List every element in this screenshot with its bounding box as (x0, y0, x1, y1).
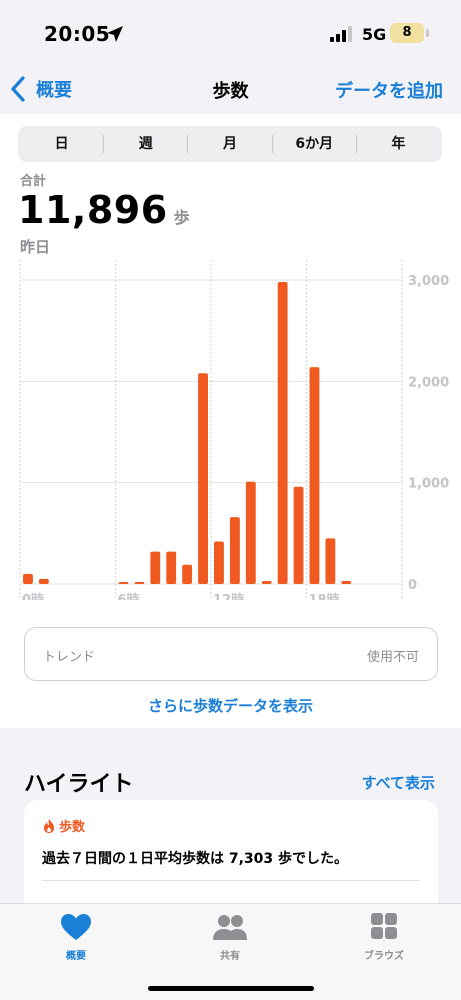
chart-bar (341, 580, 352, 584)
battery-level: 8 (402, 25, 412, 40)
status-time: 20:05 (44, 22, 111, 46)
tab-summary[interactable]: 概要 (26, 912, 126, 962)
location-arrow-icon (107, 26, 123, 42)
chart-y-tick-label: 0 (408, 578, 417, 593)
segment-six-months[interactable]: 6か月 (273, 128, 356, 160)
period-segmented-control: 日 週 月 6か月 年 (18, 126, 442, 162)
trend-row[interactable]: トレンド 使用不可 (24, 627, 438, 681)
network-type: 5G (362, 25, 387, 44)
chart-x-tick-label: 12時 (213, 592, 244, 600)
highlight-divider (42, 880, 420, 881)
home-indicator (148, 986, 314, 991)
total-label: 合計 (20, 174, 47, 189)
chart-x-tick-label: 18時 (309, 592, 340, 600)
steps-panel: 日 週 月 6か月 年 合計 11,896 歩 昨日 0 1,000 2,000 3,… (0, 114, 461, 728)
trend-value: 使用不可 (366, 650, 419, 665)
grid-icon (371, 913, 397, 939)
highlight-message: 過去７日間の１日平均歩数は 7,303 歩でした。 (42, 851, 349, 867)
see-all-highlights-link[interactable]: すべて表示 (362, 772, 435, 793)
tab-sharing[interactable]: 共有 (180, 912, 280, 962)
tab-browse[interactable]: ブラウズ (334, 912, 434, 962)
people-icon (213, 915, 247, 940)
chart-bar (261, 580, 272, 584)
steps-bar-chart[interactable]: 0 1,000 2,000 3,000 0時 6時 12時 18時 (0, 260, 461, 600)
heart-icon (61, 914, 91, 940)
chart-x-tick-label: 6時 (118, 592, 140, 600)
total-steps: 11,896 歩 (18, 188, 190, 232)
segment-year[interactable]: 年 (357, 128, 440, 160)
chart-bar (150, 551, 161, 584)
segment-month[interactable]: 月 (188, 128, 271, 160)
tab-sharing-label: 共有 (220, 951, 240, 962)
cellular-signal-icon (330, 26, 352, 42)
chart-bar (229, 517, 240, 584)
navigation-bar: 概要 歩数 データを追加 (0, 64, 461, 114)
chart-y-tick-label: 3,000 (408, 274, 449, 289)
chart-bar (309, 367, 320, 584)
status-bar: 20:05 5G 8 (0, 0, 461, 64)
show-more-steps-link[interactable]: さらに歩数データを表示 (0, 695, 461, 716)
tab-browse-label: ブラウズ (364, 951, 404, 962)
chart-bar (38, 578, 49, 584)
chart-bar (277, 282, 288, 584)
date-label: 昨日 (20, 238, 51, 256)
chart-bar (245, 481, 256, 584)
battery-tip (426, 29, 429, 37)
chart-bar (134, 582, 145, 584)
chart-bar (214, 541, 224, 584)
chart-bar (325, 538, 336, 584)
chart-bar (118, 582, 129, 584)
chart-bar (293, 486, 304, 584)
chart-y-tick-label: 1,000 (408, 477, 449, 492)
tab-summary-label: 概要 (66, 951, 86, 962)
chart-y-tick-label: 2,000 (408, 375, 449, 390)
chart-x-tick-label: 0時 (22, 592, 44, 600)
chart-bar (182, 564, 193, 584)
trend-label: トレンド (43, 650, 96, 665)
highlights-title: ハイライト (24, 772, 134, 797)
segment-week[interactable]: 週 (104, 128, 187, 160)
chart-bar (23, 573, 33, 584)
add-data-button[interactable]: データを追加 (335, 77, 443, 103)
highlight-tag-label: 歩数 (59, 820, 86, 835)
total-steps-value: 11,896 (18, 188, 168, 232)
total-steps-unit: 歩 (173, 208, 190, 227)
flame-icon (44, 818, 54, 833)
chart-bar (198, 373, 208, 584)
highlight-tag: 歩数 (42, 816, 85, 835)
chart-bar (166, 551, 177, 584)
segment-day[interactable]: 日 (20, 128, 103, 160)
